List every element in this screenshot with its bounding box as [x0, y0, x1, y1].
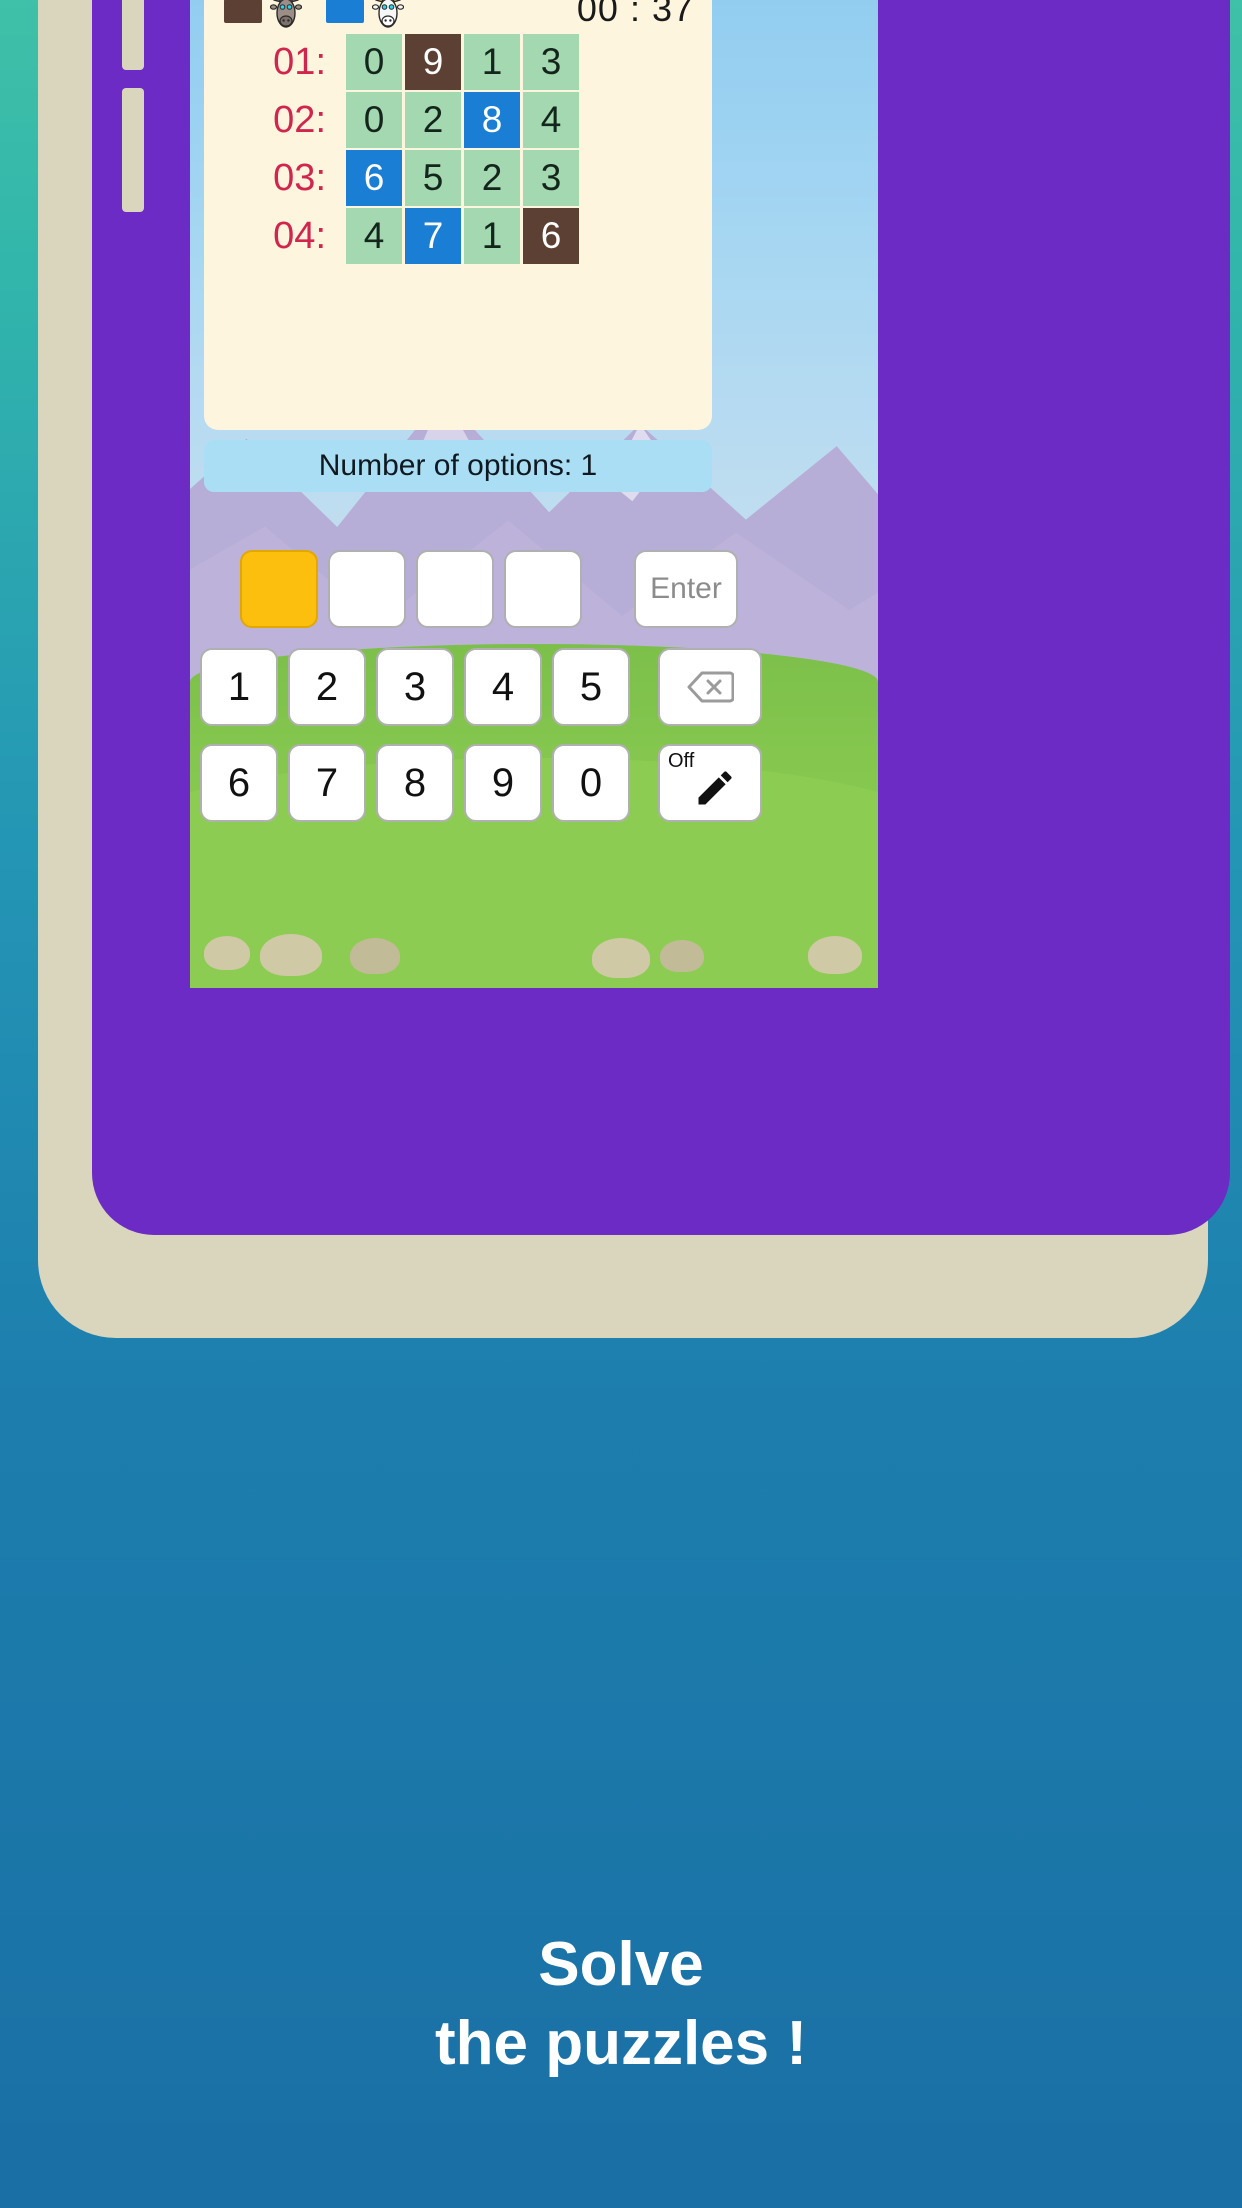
guess-slot-1[interactable]: [240, 550, 318, 628]
game-timer: 00 : 37: [576, 0, 694, 29]
grid-cell[interactable]: 0: [346, 92, 402, 148]
key-8[interactable]: 8: [376, 744, 454, 822]
key-2[interactable]: 2: [288, 648, 366, 726]
guess-slot-3[interactable]: [416, 550, 494, 628]
volume-up-button[interactable]: [122, 0, 144, 70]
table-row: 01: 0 9 1 3: [204, 34, 712, 90]
key-3[interactable]: 3: [376, 648, 454, 726]
table-row: 04: 4 7 1 6: [204, 208, 712, 264]
row-cells: 6 5 2 3: [346, 150, 579, 206]
grid-cell[interactable]: 3: [523, 34, 579, 90]
guess-grid: 01: 0 9 1 3 02: 0 2 8 4 03: 6 5 2 3 04: …: [204, 34, 712, 266]
keypad-row-1: 1 2 3 4 5: [190, 648, 878, 726]
grid-cell[interactable]: 6: [346, 150, 402, 206]
grid-cell[interactable]: 1: [464, 34, 520, 90]
grid-cell[interactable]: 6: [523, 208, 579, 264]
options-count-bar: Number of options: 1: [204, 440, 712, 492]
pencil-icon: [698, 771, 732, 805]
bull-icon: [270, 0, 302, 28]
volume-down-button[interactable]: [122, 88, 144, 212]
row-label: 01:: [273, 40, 326, 83]
phone-frame: Puzzle mode: [38, 0, 1230, 1338]
table-row: 03: 6 5 2 3: [204, 150, 712, 206]
key-0[interactable]: 0: [552, 744, 630, 822]
grid-cell[interactable]: 2: [405, 92, 461, 148]
keypad-row-2: 6 7 8 9 0 Off: [190, 744, 878, 822]
promo-tagline: Solve the puzzles !: [0, 1925, 1242, 2084]
key-1[interactable]: 1: [200, 648, 278, 726]
backspace-button[interactable]: [658, 648, 762, 726]
pencil-state-label: Off: [668, 750, 695, 772]
row-cells: 0 9 1 3: [346, 34, 579, 90]
grid-cell[interactable]: 4: [346, 208, 402, 264]
table-row: 02: 0 2 8 4: [204, 92, 712, 148]
key-5[interactable]: 5: [552, 648, 630, 726]
grid-cell[interactable]: 3: [523, 150, 579, 206]
phone-body: Puzzle mode: [92, 0, 1230, 1235]
row-cells: 4 7 1 6: [346, 208, 579, 264]
grid-cell[interactable]: 1: [464, 208, 520, 264]
row-label: 03:: [273, 156, 326, 199]
key-6[interactable]: 6: [200, 744, 278, 822]
cow-color-swatch: [326, 0, 364, 23]
board-header: 00 : 37: [204, 0, 712, 38]
phone-screen: Puzzle mode: [190, 0, 878, 988]
cow-icon: [372, 0, 404, 28]
keypad: Enter 1 2 3 4 5 6 7 8 9 0 Off: [190, 526, 878, 988]
guess-input-row: Enter: [190, 550, 878, 628]
grid-cell[interactable]: 0: [346, 34, 402, 90]
guess-slot-4[interactable]: [504, 550, 582, 628]
backspace-icon: [687, 671, 734, 703]
game-board: 00 : 37 01: 0 9 1 3 02: 0 2 8 4 03: 6 5 …: [204, 0, 712, 430]
cow-legend: [326, 0, 404, 30]
grid-cell[interactable]: 7: [405, 208, 461, 264]
grid-cell[interactable]: 8: [464, 92, 520, 148]
grid-cell[interactable]: 5: [405, 150, 461, 206]
row-label: 02:: [273, 98, 326, 141]
row-cells: 0 2 8 4: [346, 92, 579, 148]
bull-color-swatch: [224, 0, 262, 23]
guess-slot-2[interactable]: [328, 550, 406, 628]
tagline-line-1: Solve: [538, 1930, 704, 1999]
bull-legend: [224, 0, 302, 30]
grid-cell[interactable]: 9: [405, 34, 461, 90]
key-7[interactable]: 7: [288, 744, 366, 822]
enter-button[interactable]: Enter: [634, 550, 738, 628]
key-4[interactable]: 4: [464, 648, 542, 726]
tagline-line-2: the puzzles !: [434, 2009, 808, 2079]
row-label: 04:: [273, 214, 326, 257]
grid-cell[interactable]: 2: [464, 150, 520, 206]
key-9[interactable]: 9: [464, 744, 542, 822]
grid-cell[interactable]: 4: [523, 92, 579, 148]
pencil-toggle-button[interactable]: Off: [658, 744, 762, 822]
